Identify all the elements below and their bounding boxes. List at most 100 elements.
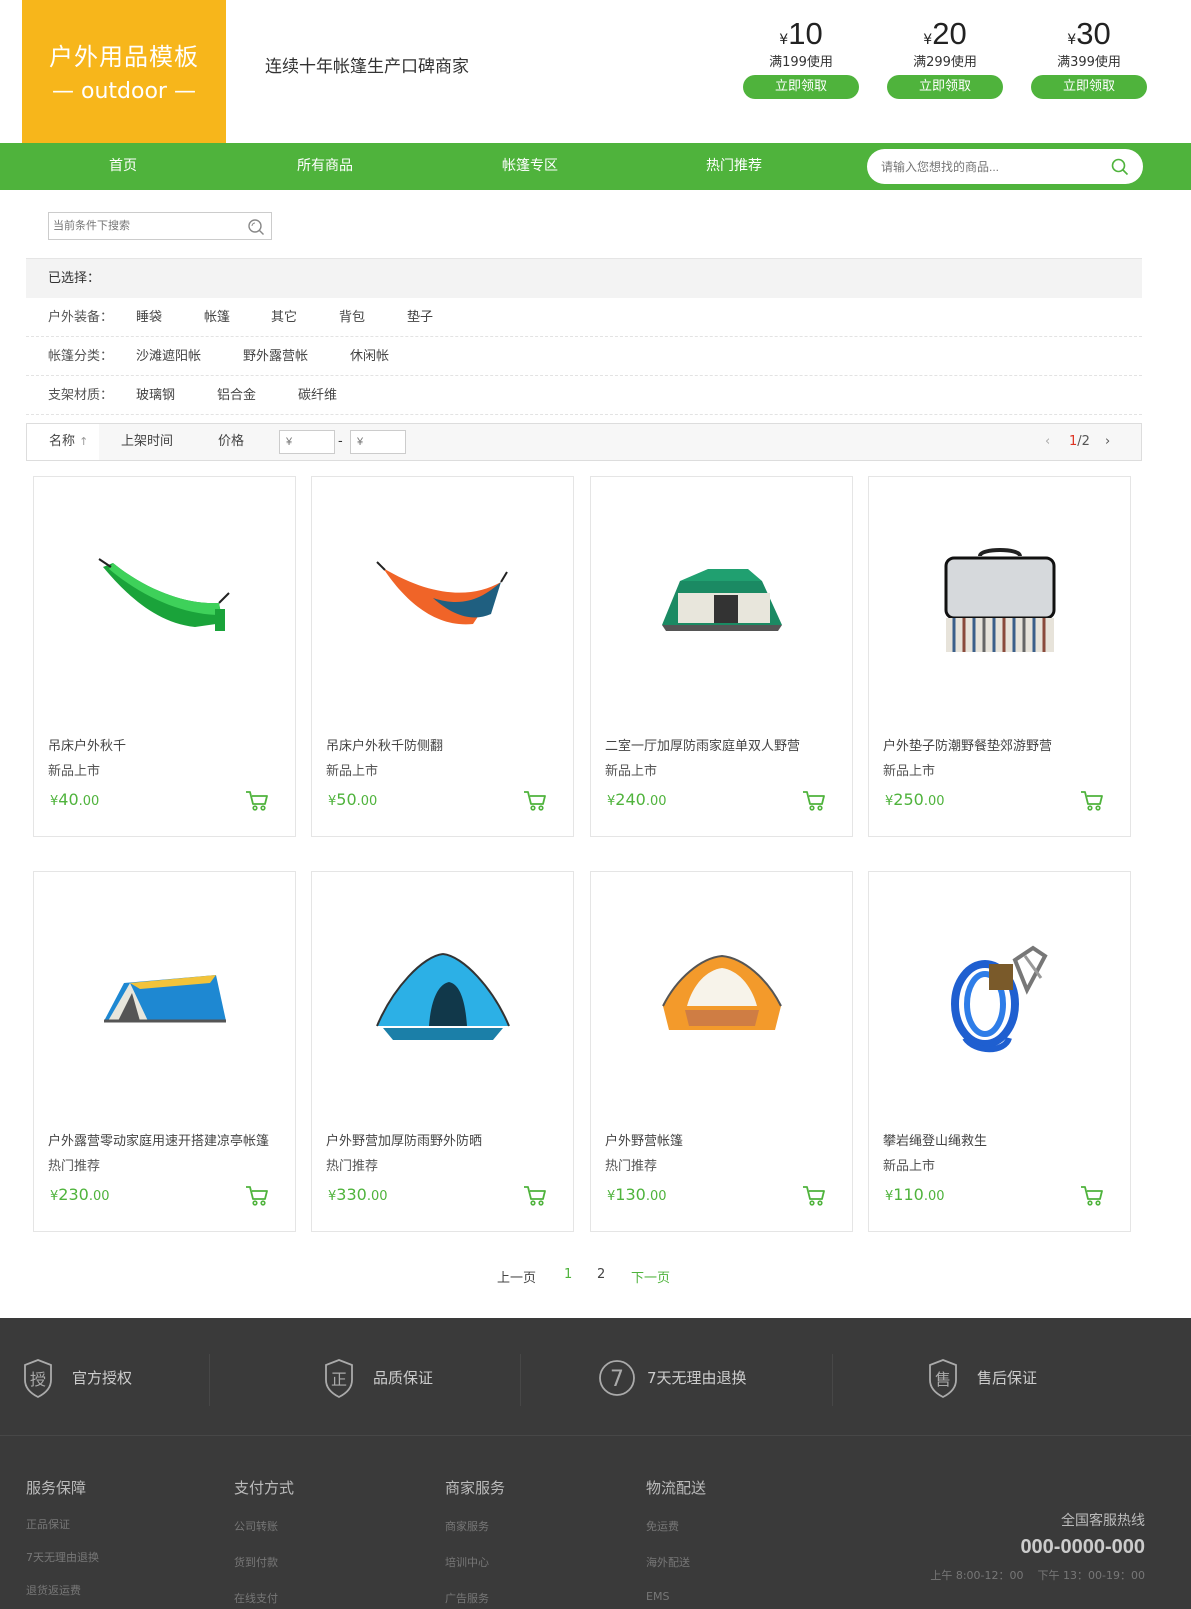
footer-link[interactable]: 商家服务 (445, 1518, 489, 1534)
product-card[interactable]: 吊床户外秋千防侧翻 新品上市 ¥50.00 (311, 476, 574, 837)
product-name[interactable]: 户外露营零动家庭用速开搭建凉亭帐篷 (48, 1130, 269, 1149)
nav-search-input[interactable] (881, 149, 1101, 184)
product-card[interactable]: 户外野营帐篷 热门推荐 ¥130.00 (590, 871, 853, 1232)
product-image[interactable] (869, 477, 1130, 729)
pager-page-1[interactable]: 1 (564, 1267, 572, 1282)
filter-option[interactable]: 睡袋 (136, 298, 162, 337)
filter-option[interactable]: 垫子 (407, 298, 433, 337)
footer-link[interactable]: 广告服务 (445, 1590, 489, 1606)
product-image[interactable] (869, 872, 1130, 1124)
product-card[interactable]: 户外野营加厚防雨野外防晒 热门推荐 ¥330.00 (311, 871, 574, 1232)
filter-option[interactable]: 其它 (271, 298, 297, 337)
footer-col-title: 物流配送 (646, 1479, 707, 1497)
product-image[interactable] (34, 872, 295, 1124)
pager-prev[interactable]: 上一页 (497, 1267, 536, 1286)
main-nav: 首页 所有商品 帐篷专区 热门推荐 (0, 143, 1191, 190)
price-min-input[interactable] (279, 430, 335, 454)
logo[interactable]: 户外用品模板 — outdoor — (22, 0, 226, 143)
product-image[interactable] (312, 477, 573, 729)
filter-option[interactable]: 铝合金 (217, 376, 256, 415)
cart-icon[interactable] (523, 1185, 547, 1211)
nav-all-products[interactable]: 所有商品 (297, 143, 353, 190)
product-card[interactable]: 吊床户外秋千 新品上市 ¥40.00 (33, 476, 296, 837)
selected-filters: 已选择： (26, 258, 1142, 298)
product-name[interactable]: 吊床户外秋千防侧翻 (326, 735, 443, 754)
filter-option[interactable]: 玻璃钢 (136, 376, 175, 415)
footer-link[interactable]: EMS (646, 1590, 669, 1603)
product-name[interactable]: 二室一厅加厚防雨家庭单双人野营 (605, 735, 800, 754)
claim-coupon-button[interactable]: 立即领取 (743, 75, 859, 99)
product-image[interactable] (312, 872, 573, 1124)
sort-by-name[interactable]: 名称 ↑ (27, 424, 99, 460)
filter-option[interactable]: 碳纤维 (298, 376, 337, 415)
hotline-hours: 上午 8:00-12：00 下午 13：00-19：00 (930, 1567, 1145, 1583)
hotline-pm: 下午 13：00-19：00 (1037, 1569, 1145, 1582)
product-card[interactable]: 二室一厅加厚防雨家庭单双人野营 新品上市 ¥240.00 (590, 476, 853, 837)
filter-option[interactable]: 沙滩遮阳帐 (136, 337, 201, 376)
footer-link[interactable]: 7天无理由退换 (26, 1549, 99, 1565)
filter-search (48, 212, 272, 240)
next-page-icon[interactable]: › (1105, 424, 1110, 460)
price-integer: 250 (893, 790, 924, 809)
product-card[interactable]: 户外垫子防潮野餐垫郊游野营 新品上市 ¥250.00 (868, 476, 1131, 837)
sort-arrow-icon: ↑ (79, 435, 89, 448)
nav-hot[interactable]: 热门推荐 (706, 143, 762, 190)
product-name[interactable]: 吊床户外秋千 (48, 735, 126, 754)
claim-coupon-button[interactable]: 立即领取 (887, 75, 1003, 99)
product-name[interactable]: 户外野营帐篷 (605, 1130, 683, 1149)
price-max-input[interactable] (350, 430, 406, 454)
search-icon[interactable] (247, 218, 265, 240)
nav-tents[interactable]: 帐篷专区 (502, 143, 558, 190)
cart-icon[interactable] (245, 1185, 269, 1211)
footer-link[interactable]: 货到付款 (234, 1554, 278, 1570)
price-cents: .00 (923, 1189, 945, 1204)
prev-page-icon[interactable]: ‹ (1045, 424, 1050, 460)
filter-option[interactable]: 休闲帐 (350, 337, 389, 376)
footer-link[interactable]: 在线支付 (234, 1590, 278, 1606)
footer-link[interactable]: 正品保证 (26, 1516, 70, 1532)
header: 户外用品模板 — outdoor — 连续十年帐篷生产口碑商家 ¥10 满199… (0, 0, 1191, 143)
footer-link[interactable]: 退货返运费 (26, 1582, 81, 1598)
footer-link[interactable]: 公司转账 (234, 1518, 278, 1534)
footer-link[interactable]: 免运费 (646, 1518, 679, 1534)
price-cents: .00 (923, 794, 945, 809)
product-card[interactable]: 攀岩绳登山绳救生 新品上市 ¥110.00 (868, 871, 1131, 1232)
pager-page-2[interactable]: 2 (597, 1267, 605, 1282)
sort-by-price[interactable]: 价格 (218, 424, 244, 460)
hotline-number: 000-0000-000 (1020, 1536, 1145, 1558)
product-price: ¥40.00 (50, 790, 99, 809)
price-integer: 230 (58, 1185, 89, 1204)
claim-coupon-button[interactable]: 立即领取 (1031, 75, 1147, 99)
footer-col-payment: 支付方式 公司转账 货到付款 在线支付 (234, 1477, 294, 1605)
coupon-20: ¥20 满299使用 立即领取 (887, 18, 1003, 99)
cart-icon[interactable] (523, 790, 547, 816)
product-name[interactable]: 户外垫子防潮野餐垫郊游野营 (883, 735, 1052, 754)
footer-link[interactable]: 培训中心 (445, 1554, 489, 1570)
filter-search-input[interactable] (53, 213, 233, 239)
product-name[interactable]: 户外野营加厚防雨野外防晒 (326, 1130, 482, 1149)
product-price: ¥240.00 (607, 790, 667, 809)
filter-option[interactable]: 野外露营帐 (243, 337, 308, 376)
sort-by-time[interactable]: 上架时间 (121, 424, 173, 460)
cart-icon[interactable] (1080, 1185, 1104, 1211)
product-card[interactable]: 户外露营零动家庭用速开搭建凉亭帐篷 热门推荐 ¥230.00 (33, 871, 296, 1232)
nav-home[interactable]: 首页 (109, 143, 137, 190)
product-tag: 热门推荐 (605, 1159, 658, 1174)
filter-option[interactable]: 背包 (339, 298, 365, 337)
product-name[interactable]: 攀岩绳登山绳救生 (883, 1130, 987, 1149)
cart-icon[interactable] (802, 1185, 826, 1211)
cart-icon[interactable] (245, 790, 269, 816)
divider (520, 1354, 521, 1406)
assurance-label: 售后保证 (977, 1369, 1038, 1387)
filter-option[interactable]: 帐篷 (204, 298, 230, 337)
cart-icon[interactable] (1080, 790, 1104, 816)
cart-icon[interactable] (802, 790, 826, 816)
product-image[interactable] (591, 872, 852, 1124)
product-image[interactable] (591, 477, 852, 729)
footer-link[interactable]: 海外配送 (646, 1554, 690, 1570)
product-image[interactable] (34, 477, 295, 729)
filter-label: 户外装备： (48, 310, 114, 325)
pager-next[interactable]: 下一页 (631, 1267, 670, 1286)
search-icon[interactable] (1111, 158, 1129, 180)
shield-icon: 授 (24, 1359, 52, 1399)
